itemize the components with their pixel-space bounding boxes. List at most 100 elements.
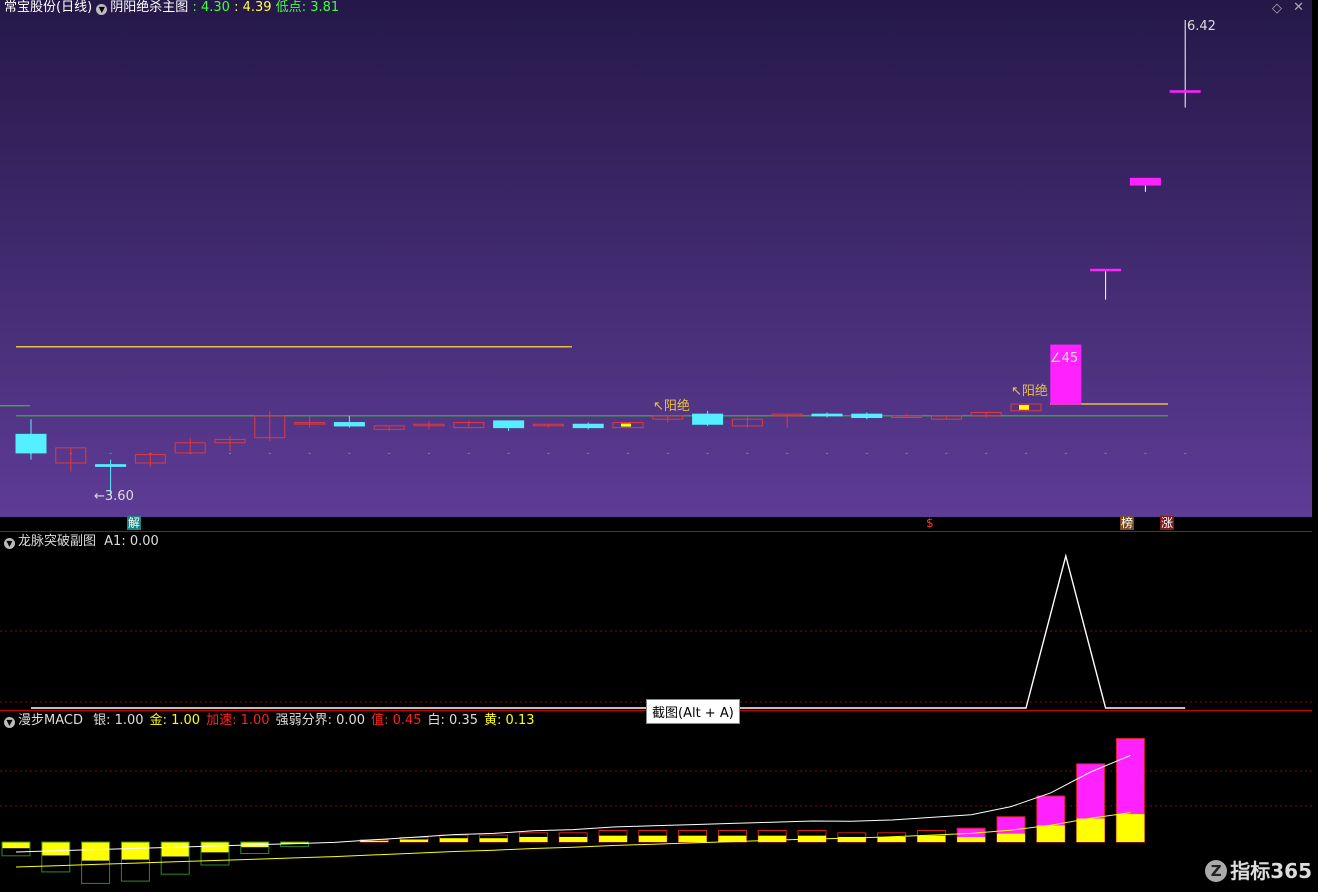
main-candlestick-chart[interactable]: [0, 0, 1312, 517]
sub1-title: ▼ 龙脉突破副图 A1: 0.00: [4, 534, 159, 550]
yangjue-label-2: ↖阳绝: [1011, 384, 1048, 399]
macd-item-5: 白: 0.35: [428, 713, 478, 728]
macd-bar-fill: [559, 836, 588, 842]
support-dot: [666, 452, 669, 454]
candle-body: [493, 420, 525, 429]
candle-body: [851, 413, 883, 419]
main-background: [0, 0, 1312, 517]
support-dot: [547, 452, 550, 454]
support-dot: [507, 452, 510, 454]
macd-item-value: : 1.00: [232, 713, 270, 728]
macd-bar-fill: [479, 838, 508, 842]
sub-chart-1-pane[interactable]: ▼ 龙脉突破副图 A1: 0.00: [0, 532, 1312, 710]
sub2-title: ▼ 漫步MACD 银: 1.00 金: 1.00 加速: 1.00 强弱分界: 0.00…: [4, 713, 535, 729]
a1-line: [31, 553, 1186, 709]
macd-bar-fill: [1116, 814, 1145, 842]
macd-item-6: 黄: 0.13: [484, 713, 534, 728]
candle-body: [333, 422, 365, 427]
level-value: 45: [1061, 351, 1079, 366]
screenshot-tooltip: 截图(Alt + A): [646, 699, 740, 724]
support-dot: [905, 452, 908, 454]
support-dot: [1144, 452, 1147, 454]
manbu-macd-chart[interactable]: [0, 711, 1312, 892]
macd-item-label: 黄: [484, 713, 498, 728]
macd-item-value: : 1.00: [106, 713, 144, 728]
macd-item-4: 值: 0.45: [371, 713, 421, 728]
candle-body: [15, 433, 47, 454]
support-dot: [1064, 452, 1067, 454]
support-dot: [627, 452, 629, 454]
macd-bar-fill: [877, 836, 906, 842]
macd-bar-neg: [201, 842, 229, 853]
support-dot: [706, 452, 709, 454]
stock-label: 常宝股份(日线): [4, 0, 93, 15]
macd-item-1: 金: 1.00: [150, 713, 200, 728]
badge-zhang[interactable]: 涨: [1160, 516, 1175, 530]
candle-body: [1090, 268, 1122, 272]
macd-item-value: : 0.13: [497, 713, 535, 728]
macd-bar-neg: [121, 842, 150, 860]
macd-item-value: : 0.00: [327, 713, 366, 728]
support-dot: [826, 452, 828, 454]
yangjue-label-1: ↖阳绝: [653, 399, 690, 414]
main-chart-pane[interactable]: 常宝股份(日线) ▼ 阴阳绝杀主图 : 4.30 : 4.39 低点: 3.81 …: [0, 0, 1312, 530]
indicator-settings-icon[interactable]: ▼: [96, 4, 108, 15]
support-dot: [746, 452, 749, 454]
main-indicator-name: 阴阳绝杀主图: [110, 0, 189, 15]
macd-bar-fill: [638, 835, 667, 842]
macd-bar-fill: [439, 838, 468, 842]
low-value: : 3.81: [301, 0, 340, 15]
macd-item-label: 强弱分界: [275, 713, 328, 728]
a1-value: : 0.00: [121, 534, 159, 549]
macd-bar-neg: [2, 842, 30, 849]
macd-item-value: : 1.00: [162, 713, 201, 728]
macd-item-label: 加速: [206, 713, 233, 728]
macd-item-value: : 0.35: [440, 713, 479, 728]
sub1-indicator-name: 龙脉突破副图: [18, 534, 97, 549]
yangjue-highlight: [1019, 405, 1029, 410]
support-dot: [1104, 452, 1107, 454]
yangjue-highlight: [621, 423, 631, 427]
sub1-settings-icon[interactable]: ▼: [4, 538, 15, 549]
support-dot: [985, 452, 988, 454]
candle-body: [692, 413, 724, 425]
macd-item-label: 值: [371, 713, 385, 728]
sub-chart-2-pane[interactable]: ▼ 漫步MACD 银: 1.00 金: 1.00 加速: 1.00 强弱分界: 0.00…: [0, 711, 1312, 892]
support-dot: [388, 452, 391, 454]
macd-bar-fill: [997, 833, 1025, 842]
low-label: 低点: [275, 0, 302, 15]
macd-item-3: 强弱分界: 0.00: [276, 713, 365, 728]
candle-body: [95, 464, 127, 467]
candle-body: [1129, 177, 1161, 186]
support-dot: [467, 452, 470, 454]
candle-body: [572, 423, 604, 429]
macd-bar-fill: [917, 835, 946, 842]
support-dot: [428, 452, 430, 454]
macd-bar-fill: [599, 835, 627, 842]
watermark-logo-icon: Z: [1205, 860, 1228, 882]
high-annotation: 6.42: [1187, 19, 1216, 34]
support-dot: [268, 452, 271, 454]
badge-s[interactable]: $: [925, 516, 935, 530]
support-dot: [865, 452, 868, 454]
main-chart-title: 常宝股份(日线) ▼ 阴阳绝杀主图 : 4.30 : 4.39 低点: 3.81: [4, 0, 339, 16]
a1-label: A1: [104, 534, 122, 549]
low-annotation: ←3.60: [94, 489, 134, 504]
support-dot: [229, 452, 231, 454]
candle-body: [811, 413, 843, 417]
watermark: Z 指标365: [1205, 855, 1312, 884]
badge-jie[interactable]: 解: [127, 516, 142, 530]
sub2-settings-icon[interactable]: ▼: [4, 717, 15, 728]
badge-bang[interactable]: 榜: [1120, 516, 1135, 530]
macd-bar-fill: [678, 835, 707, 842]
support-dot: [308, 452, 311, 454]
candle-body: [1169, 90, 1201, 93]
macd-bar-fill: [519, 836, 548, 842]
support-dot: [587, 452, 590, 454]
v2-value: : 4.39: [234, 0, 272, 15]
macd-bar-neg: [41, 842, 70, 856]
close-icon[interactable]: ✕: [1293, 0, 1304, 15]
longmai-breakout-chart[interactable]: [0, 532, 1312, 710]
diamond-icon[interactable]: ◇: [1272, 1, 1282, 16]
macd-bar-neg: [81, 842, 110, 861]
